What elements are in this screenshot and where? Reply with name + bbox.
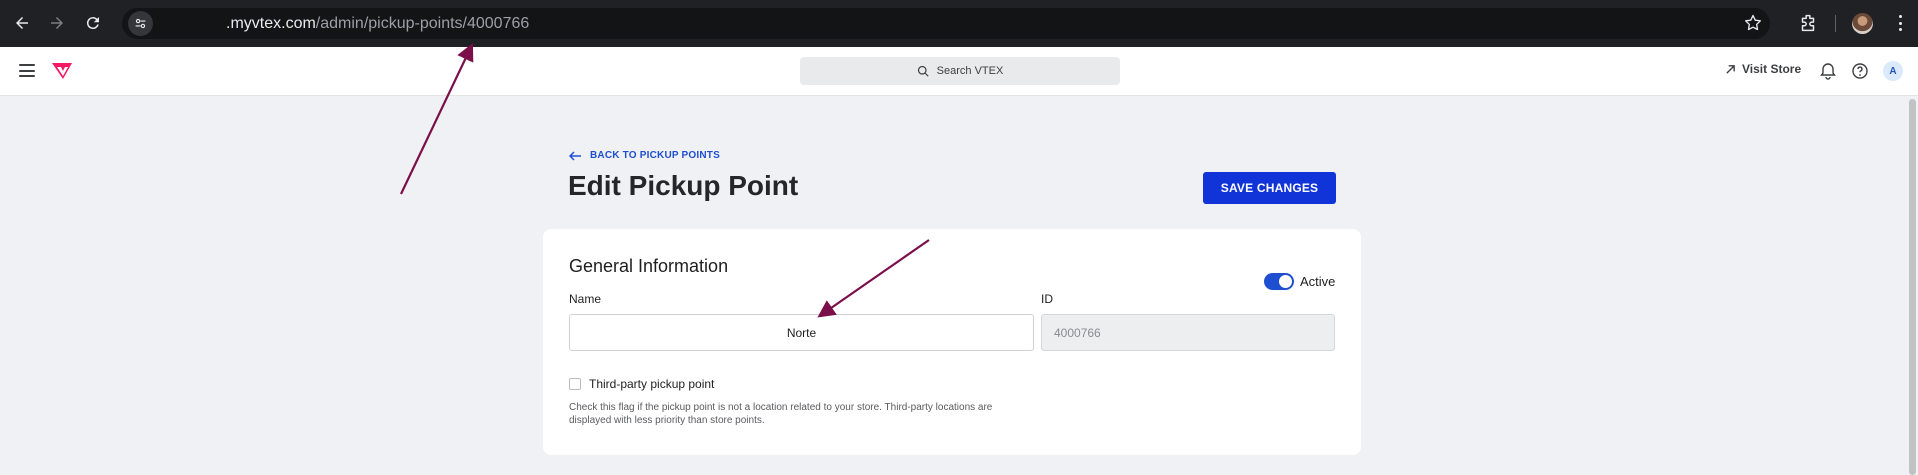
- back-to-pickup-points-link[interactable]: BACK TO PICKUP POINTS: [569, 150, 720, 161]
- search-placeholder: Search VTEX: [936, 65, 1004, 77]
- user-avatar[interactable]: A: [1883, 61, 1903, 81]
- browser-toolbar: .myvtex.com/admin/pickup-points/4000766: [0, 0, 1918, 47]
- visit-store-label: Visit Store: [1742, 62, 1802, 76]
- scrollbar-thumb[interactable]: [1909, 99, 1916, 475]
- url-path: /admin/pickup-points/4000766: [315, 15, 530, 32]
- back-link-label: BACK TO PICKUP POINTS: [590, 150, 720, 161]
- search-bar[interactable]: Search VTEX: [800, 57, 1120, 85]
- bell-icon[interactable]: [1819, 62, 1837, 80]
- scrollbar[interactable]: [1906, 97, 1918, 475]
- site-info-icon[interactable]: [128, 11, 153, 36]
- address-bar[interactable]: .myvtex.com/admin/pickup-points/4000766: [122, 8, 1770, 39]
- id-input: 4000766: [1041, 314, 1335, 351]
- active-label: Active: [1300, 274, 1336, 289]
- save-changes-button[interactable]: SAVE CHANGES: [1203, 172, 1336, 204]
- name-label: Name: [569, 292, 602, 306]
- active-toggle[interactable]: [1264, 273, 1294, 290]
- page-title: Edit Pickup Point: [568, 170, 799, 201]
- forward-icon[interactable]: [45, 11, 69, 35]
- toolbar-divider: [1835, 15, 1836, 32]
- menu-icon[interactable]: [1890, 12, 1910, 34]
- third-party-help-text: Check this flag if the pickup point is n…: [569, 402, 993, 426]
- search-icon: [917, 65, 929, 77]
- arrow-left-icon: [569, 150, 581, 161]
- url-text[interactable]: .myvtex.com/admin/pickup-points/4000766: [226, 15, 529, 33]
- third-party-label[interactable]: Third-party pickup point: [589, 377, 714, 391]
- third-party-checkbox[interactable]: [569, 378, 581, 390]
- vtex-logo[interactable]: [51, 61, 73, 81]
- bookmark-star-icon[interactable]: [1743, 13, 1763, 33]
- third-party-row: Third-party pickup point: [569, 377, 714, 391]
- app-header: Search VTEX Visit Store A: [0, 47, 1918, 96]
- back-icon[interactable]: [10, 11, 34, 35]
- general-information-card: General Information Active Name ID Norte…: [543, 229, 1361, 455]
- visit-store-link[interactable]: Visit Store: [1725, 62, 1801, 76]
- reload-icon[interactable]: [81, 11, 105, 35]
- extensions-icon[interactable]: [1797, 12, 1819, 34]
- external-arrow-icon: [1726, 64, 1735, 74]
- active-toggle-row: Active: [1264, 273, 1335, 290]
- url-host: .myvtex.com: [226, 15, 316, 32]
- id-label: ID: [1041, 292, 1053, 306]
- name-input[interactable]: Norte: [569, 314, 1034, 351]
- hamburger-icon[interactable]: [19, 64, 35, 77]
- section-title: General Information: [569, 256, 729, 276]
- help-icon[interactable]: [1851, 62, 1869, 80]
- profile-avatar[interactable]: [1852, 13, 1873, 34]
